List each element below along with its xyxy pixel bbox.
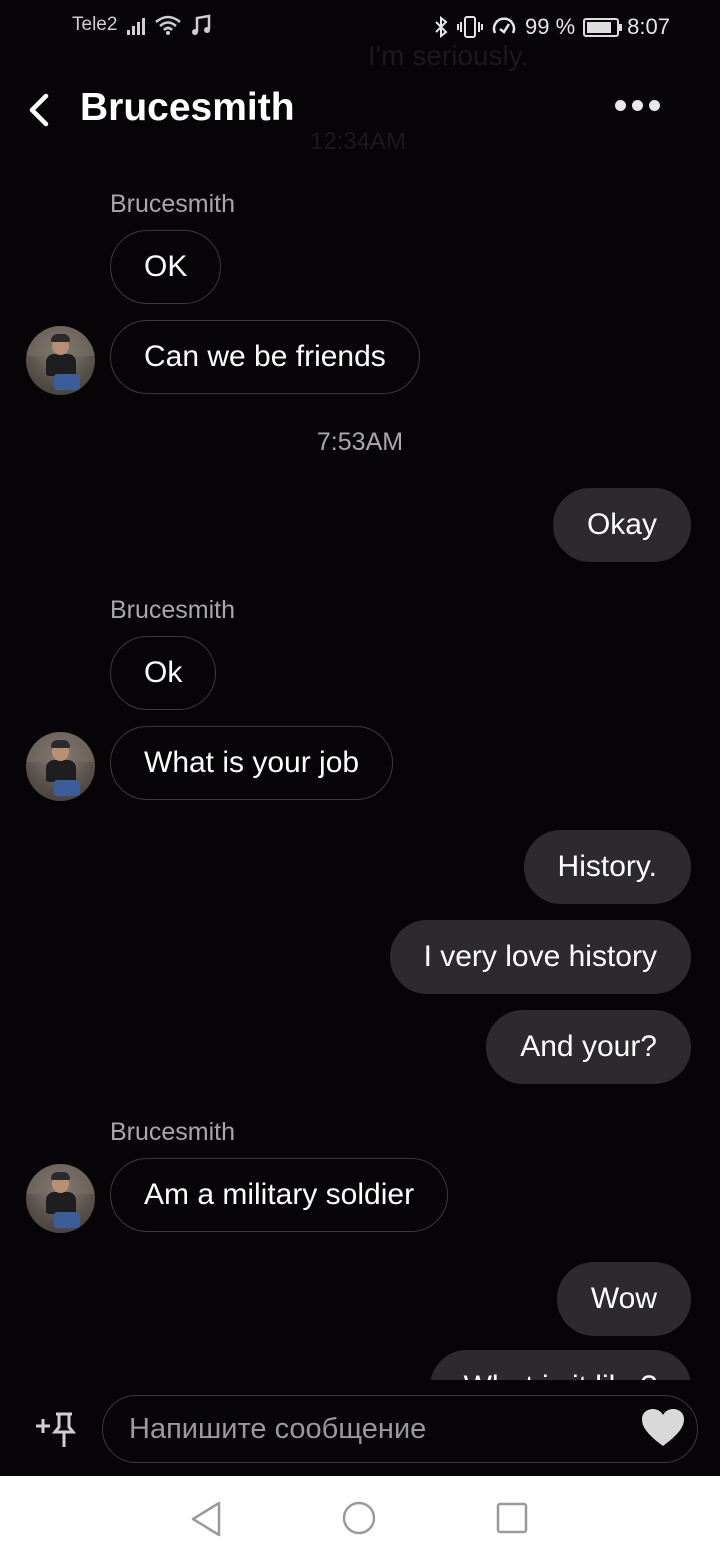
data-saver-icon: [492, 17, 516, 34]
message-list-clip: What is it like?: [0, 1350, 720, 1380]
chat-header: Brucesmith: [0, 70, 720, 150]
message-timestamp: 7:53AM: [316, 428, 404, 456]
composer-bar: [0, 1380, 720, 1476]
incoming-message[interactable]: Can we be friends: [110, 320, 420, 394]
nav-home-icon[interactable]: [342, 1501, 376, 1535]
outgoing-message[interactable]: Okay: [552, 488, 691, 562]
carrier-label: Tele2: [72, 14, 118, 35]
page-title[interactable]: Brucesmith: [80, 86, 295, 130]
heart-icon[interactable]: [641, 1408, 685, 1448]
incoming-message[interactable]: Am a military soldier: [110, 1158, 449, 1232]
nav-back-icon[interactable]: [188, 1500, 224, 1538]
signal-icon: [127, 15, 146, 35]
message-input[interactable]: [102, 1395, 698, 1463]
outgoing-message[interactable]: What is it like?: [429, 1350, 691, 1380]
sender-name: Brucesmith: [110, 1118, 236, 1146]
avatar[interactable]: [26, 1164, 95, 1233]
add-pin-icon[interactable]: [34, 1410, 76, 1450]
outgoing-message[interactable]: Wow: [556, 1262, 691, 1336]
more-horizontal-icon[interactable]: [615, 100, 660, 111]
sender-name: Brucesmith: [110, 596, 236, 624]
ghost-text: I'm seriously.: [368, 40, 529, 71]
outgoing-message[interactable]: And your?: [486, 1010, 691, 1084]
system-nav-bar: [0, 1476, 720, 1560]
incoming-message[interactable]: Ok: [110, 636, 217, 710]
clock: 8:07: [627, 14, 670, 39]
outgoing-message[interactable]: I very love history: [389, 920, 691, 994]
vibrate-icon: [457, 16, 484, 38]
bluetooth-icon: [435, 15, 448, 39]
outgoing-message[interactable]: History.: [523, 830, 691, 904]
battery-icon: [583, 17, 623, 37]
avatar[interactable]: [26, 326, 95, 395]
sender-name: Brucesmith: [110, 190, 236, 218]
status-right: 99 % 8:07: [433, 14, 670, 40]
incoming-message[interactable]: What is your job: [110, 726, 394, 800]
avatar[interactable]: [26, 732, 95, 801]
nav-recents-icon[interactable]: [496, 1502, 528, 1534]
battery-percent: 99 %: [525, 14, 576, 39]
incoming-message[interactable]: OK: [110, 230, 222, 304]
status-bar: Tele2 99 % 8:07: [0, 0, 720, 56]
status-left: Tele2: [72, 14, 211, 36]
music-icon: [192, 14, 211, 35]
wifi-icon: [155, 15, 182, 35]
chevron-left-icon[interactable]: [22, 90, 58, 130]
